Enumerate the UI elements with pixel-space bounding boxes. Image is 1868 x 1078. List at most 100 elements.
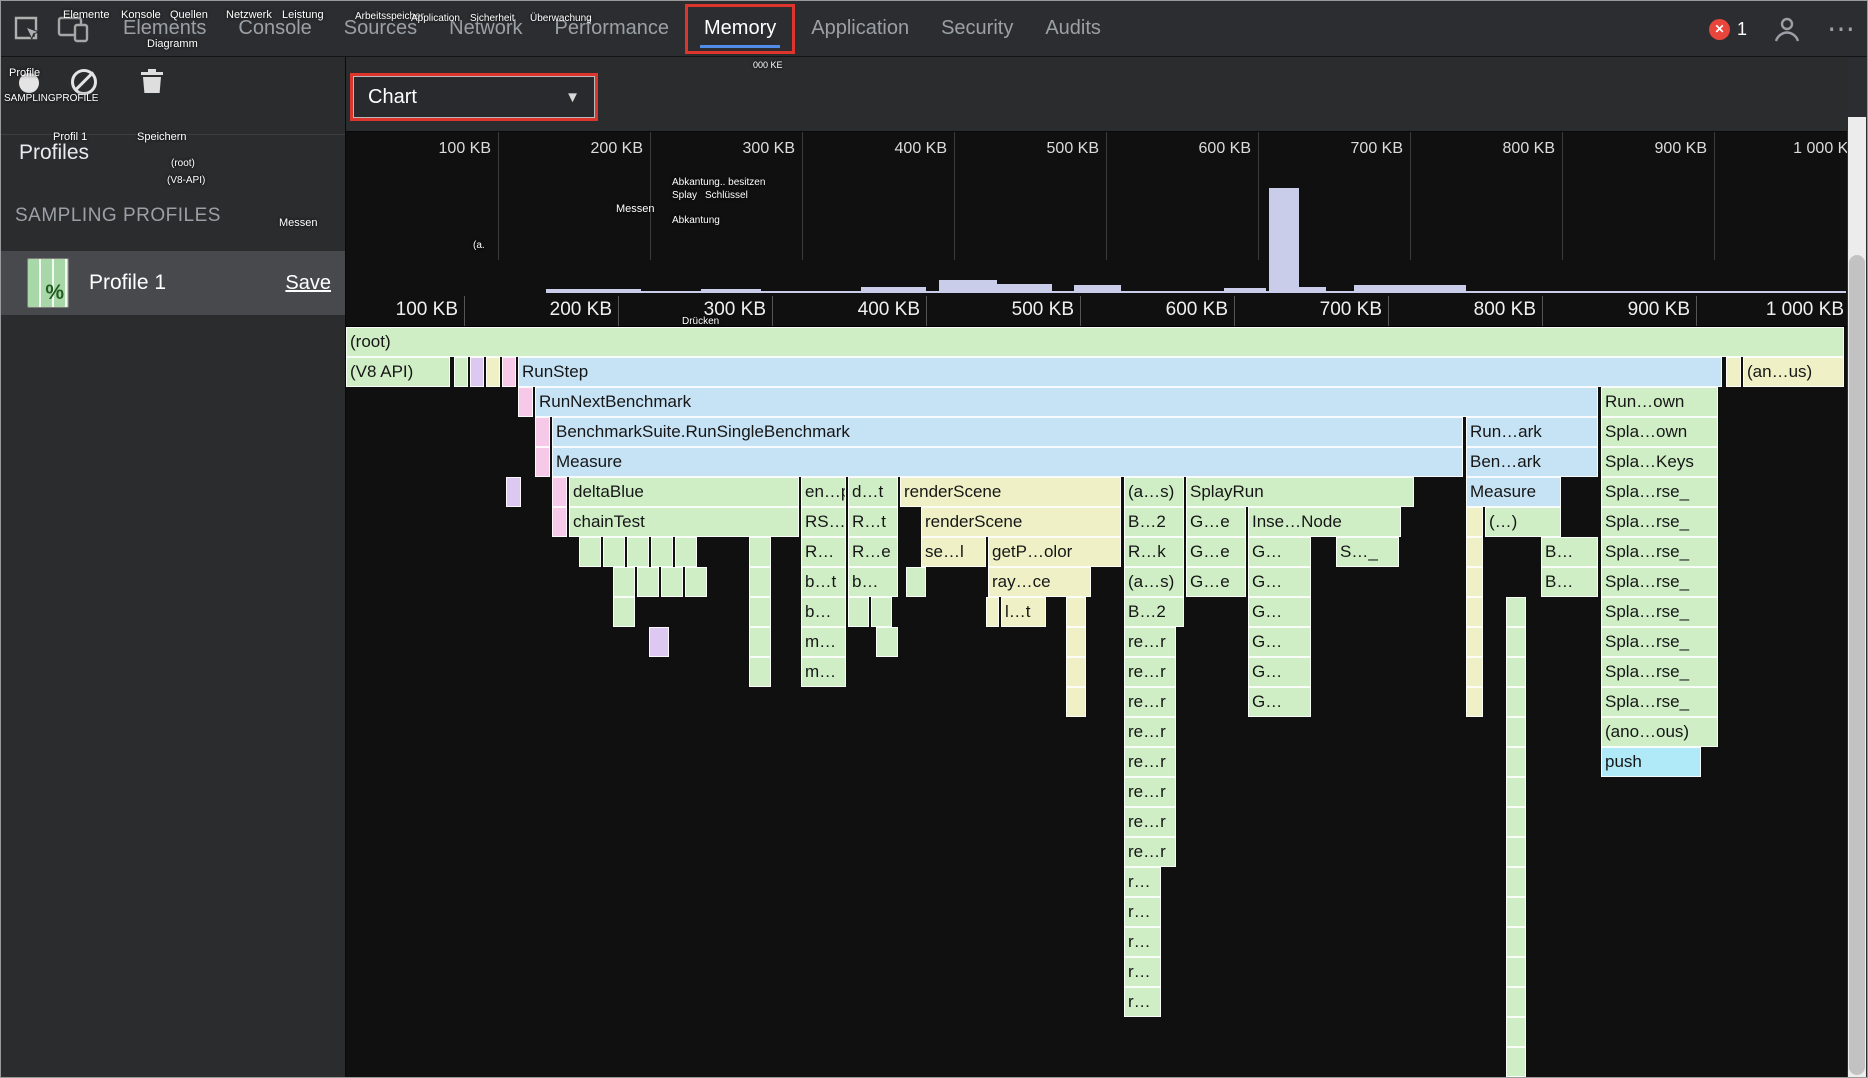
- flame-cell[interactable]: [1506, 747, 1526, 777]
- flame-cell[interactable]: Measure: [552, 447, 1463, 477]
- flame-cell[interactable]: Spla…rse_: [1601, 657, 1718, 687]
- save-profile-link[interactable]: Save: [285, 272, 331, 295]
- flame-cell[interactable]: [627, 537, 649, 567]
- flame-cell[interactable]: [906, 567, 926, 597]
- flame-cell[interactable]: [876, 627, 898, 657]
- flame-cell[interactable]: b…t: [801, 567, 846, 597]
- flame-cell[interactable]: l…t: [1001, 597, 1046, 627]
- flame-cell[interactable]: [1466, 567, 1483, 597]
- flame-cell[interactable]: Spla…rse_: [1601, 477, 1718, 507]
- flame-cell[interactable]: B…: [1541, 567, 1598, 597]
- flame-cell[interactable]: Spla…rse_: [1601, 537, 1718, 567]
- flame-cell[interactable]: B…2: [1124, 597, 1184, 627]
- flame-cell[interactable]: [1506, 897, 1526, 927]
- device-toolbar-icon[interactable]: [53, 9, 93, 49]
- tab-sources[interactable]: Sources: [328, 1, 433, 57]
- flame-cell[interactable]: Spla…Keys: [1601, 447, 1718, 477]
- flame-cell[interactable]: deltaBlue: [569, 477, 799, 507]
- flame-cell[interactable]: [1466, 597, 1483, 627]
- user-icon[interactable]: [1767, 9, 1807, 49]
- flame-cell[interactable]: G…: [1248, 537, 1311, 567]
- flame-cell[interactable]: G…: [1248, 567, 1311, 597]
- flame-cell[interactable]: re…r: [1124, 807, 1176, 837]
- flame-cell[interactable]: [685, 567, 707, 597]
- flame-cell[interactable]: [1506, 807, 1526, 837]
- flame-cell[interactable]: [749, 597, 771, 627]
- flame-cell[interactable]: G…e: [1186, 507, 1246, 537]
- flame-cell[interactable]: [1506, 837, 1526, 867]
- flame-cell[interactable]: [1506, 657, 1526, 687]
- flame-cell[interactable]: [613, 597, 635, 627]
- flame-cell[interactable]: [749, 537, 771, 567]
- flame-cell[interactable]: [1506, 867, 1526, 897]
- flame-cell[interactable]: [1466, 657, 1483, 687]
- view-mode-select[interactable]: Chart ▼: [353, 76, 595, 118]
- flame-cell[interactable]: R…k: [1124, 537, 1184, 567]
- flame-cell[interactable]: [1466, 627, 1483, 657]
- flame-cell[interactable]: Spla…rse_: [1601, 627, 1718, 657]
- flame-cell[interactable]: [1506, 987, 1526, 1017]
- flame-cell[interactable]: Spla…own: [1601, 417, 1718, 447]
- flame-cell[interactable]: [1066, 657, 1086, 687]
- tab-security[interactable]: Security: [925, 1, 1029, 57]
- flame-cell[interactable]: chainTest: [569, 507, 799, 537]
- flame-cell[interactable]: RunNextBenchmark: [535, 387, 1598, 417]
- flame-cell[interactable]: renderScene: [921, 507, 1121, 537]
- flame-cell[interactable]: B…2: [1124, 507, 1184, 537]
- flame-cell[interactable]: Spla…rse_: [1601, 687, 1718, 717]
- flame-cell[interactable]: r…: [1124, 897, 1161, 927]
- flame-cell[interactable]: [1506, 717, 1526, 747]
- flame-cell[interactable]: G…: [1248, 597, 1311, 627]
- flame-cell[interactable]: renderScene: [900, 477, 1121, 507]
- flame-cell[interactable]: G…: [1248, 687, 1311, 717]
- flame-cell[interactable]: Measure: [1466, 477, 1561, 507]
- flame-cell[interactable]: (an…us): [1743, 357, 1844, 387]
- tab-elements[interactable]: Elements: [107, 1, 222, 57]
- flame-cell[interactable]: [502, 357, 516, 387]
- scrollbar[interactable]: [1847, 57, 1867, 1077]
- flame-cell[interactable]: G…e: [1186, 567, 1246, 597]
- flame-cell[interactable]: r…: [1124, 927, 1161, 957]
- scrollbar-track[interactable]: [1848, 117, 1866, 1077]
- tab-application[interactable]: Application: [795, 1, 925, 57]
- more-options-icon[interactable]: ⋯: [1827, 19, 1855, 39]
- flame-cell[interactable]: [1506, 1017, 1526, 1047]
- flame-cell[interactable]: [1726, 357, 1741, 387]
- flame-cell[interactable]: G…: [1248, 627, 1311, 657]
- flame-cell[interactable]: en…pt: [801, 477, 846, 507]
- flame-cell[interactable]: re…r: [1124, 657, 1176, 687]
- flame-cell[interactable]: [1506, 957, 1526, 987]
- flame-cell[interactable]: S…_: [1336, 537, 1399, 567]
- tab-network[interactable]: Network: [433, 1, 538, 57]
- flame-cell[interactable]: [1506, 1047, 1526, 1077]
- flame-cell[interactable]: [1066, 597, 1086, 627]
- scrollbar-thumb[interactable]: [1849, 255, 1865, 1075]
- flame-cell[interactable]: (…): [1485, 507, 1561, 537]
- flame-cell[interactable]: Run…ark: [1466, 417, 1598, 447]
- flame-cell[interactable]: [749, 657, 771, 687]
- flame-cell[interactable]: (ano…ous): [1601, 717, 1718, 747]
- flame-cell[interactable]: [1506, 687, 1526, 717]
- flame-cell[interactable]: [1466, 537, 1483, 567]
- flame-cell[interactable]: ray…ce: [988, 567, 1091, 597]
- flame-cell[interactable]: [552, 507, 567, 537]
- flame-cell[interactable]: [749, 567, 771, 597]
- trash-icon[interactable]: [139, 67, 165, 100]
- flame-cell[interactable]: R…e: [848, 537, 898, 567]
- overview-pane[interactable]: 100 KB200 KB300 KB400 KB500 KB600 KB700 …: [346, 132, 1847, 327]
- flame-cell[interactable]: [535, 447, 550, 477]
- flame-cell[interactable]: d…t: [848, 477, 898, 507]
- record-profile-icon[interactable]: [19, 73, 39, 93]
- flame-cell[interactable]: r…: [1124, 987, 1161, 1017]
- flame-cell[interactable]: [470, 357, 484, 387]
- flame-cell[interactable]: [579, 537, 601, 567]
- flame-cell[interactable]: [613, 567, 635, 597]
- flame-cell[interactable]: [871, 597, 892, 627]
- inspect-element-icon[interactable]: [7, 9, 47, 49]
- flame-cell[interactable]: getP…olor: [988, 537, 1121, 567]
- flame-cell[interactable]: re…r: [1124, 747, 1176, 777]
- flame-cell[interactable]: [552, 477, 567, 507]
- flame-cell[interactable]: [675, 537, 697, 567]
- flame-cell[interactable]: [1506, 597, 1526, 627]
- flame-cell[interactable]: [603, 537, 625, 567]
